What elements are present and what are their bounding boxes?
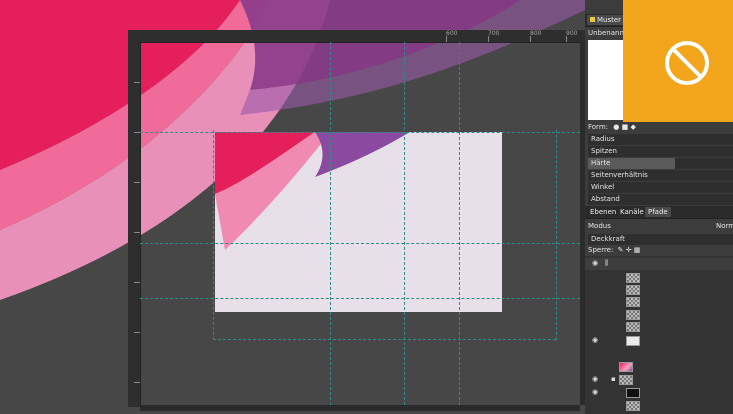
layer-thumbnail: [626, 336, 640, 346]
layer-thumbnail: [626, 401, 640, 411]
layer-row[interactable]: ◉ ▪: [585, 374, 733, 386]
canvas-workspace[interactable]: 600 700 800 900: [0, 0, 585, 414]
spacing-slider[interactable]: Abstand: [588, 194, 733, 205]
eye-icon[interactable]: ◉: [592, 375, 598, 383]
eye-icon[interactable]: ◉: [592, 336, 598, 344]
collapse-icon[interactable]: ▪: [611, 375, 616, 383]
square-shape-icon[interactable]: ■: [622, 123, 629, 131]
chain-icon[interactable]: ⫼: [605, 259, 608, 268]
hardness-slider[interactable]: Härte: [588, 158, 733, 169]
form-row: Form: ● ■ ◆: [588, 123, 636, 131]
guide-line-vertical[interactable]: [330, 42, 331, 405]
opacity-slider[interactable]: Deckkraft: [588, 234, 733, 245]
layer-row[interactable]: ◉: [585, 387, 733, 399]
layer-thumbnail: [626, 297, 640, 307]
horizontal-ruler: 600 700 800 900: [128, 30, 585, 43]
ruler-label-800: 800: [530, 30, 542, 37]
ruler-label-700: 700: [488, 30, 500, 37]
eye-icon[interactable]: ◉: [592, 388, 598, 396]
layer-row[interactable]: [585, 296, 733, 308]
guide-line-horizontal[interactable]: [213, 339, 556, 340]
lock-label: Sperre:: [588, 246, 614, 254]
vertical-ruler: [128, 42, 141, 407]
guide-line-horizontal[interactable]: [140, 243, 580, 244]
ruler-label-900: 900: [566, 30, 578, 37]
pattern-icon: [590, 17, 595, 22]
tab-channels[interactable]: Kanäle: [617, 207, 647, 217]
layers-dock-tabbar: Ebenen Kanäle Pfade: [585, 206, 733, 219]
layer-thumbnail: [619, 362, 633, 372]
guide-line-vertical[interactable]: [556, 130, 557, 340]
layer-row[interactable]: [585, 284, 733, 296]
layer-thumbnail: [626, 310, 640, 320]
layer-thumbnail: [626, 322, 640, 332]
layer-row[interactable]: [585, 309, 733, 321]
layer-row[interactable]: [585, 321, 733, 333]
guide-line-vertical[interactable]: [459, 42, 460, 405]
circle-shape-icon[interactable]: ●: [613, 123, 619, 131]
guide-line-vertical[interactable]: [213, 130, 214, 340]
guide-line-horizontal[interactable]: [140, 298, 580, 299]
guide-line-vertical[interactable]: [404, 42, 405, 405]
layer-row[interactable]: ◉: [585, 335, 733, 347]
layer-thumbnail: [626, 273, 640, 283]
horizontal-scrollbar[interactable]: [140, 405, 580, 411]
layer-row[interactable]: [585, 272, 733, 284]
layer-thumbnail: [626, 388, 640, 398]
lock-pixels-icon[interactable]: ✎: [618, 246, 624, 254]
radius-slider[interactable]: Radius: [588, 134, 733, 145]
tab-paths[interactable]: Pfade: [645, 207, 671, 217]
mode-value: Norm: [716, 222, 733, 230]
lock-alpha-icon[interactable]: ▦: [634, 246, 641, 254]
layer-thumbnail: [619, 375, 633, 385]
layer-row[interactable]: [585, 400, 733, 412]
ruler-label-600: 600: [446, 30, 458, 37]
eye-icon[interactable]: ◉: [592, 259, 598, 267]
aspect-ratio-slider[interactable]: Seitenverhältnis: [588, 170, 733, 181]
no-entry-icon: [623, 0, 733, 122]
lock-position-icon[interactable]: ✛: [626, 246, 632, 254]
mode-row[interactable]: Modus Norm: [588, 221, 733, 232]
lock-row: Sperre: ✎ ✛ ▦: [588, 246, 640, 254]
form-label: Form:: [588, 123, 608, 131]
brush-preview: [588, 40, 628, 120]
mode-label: Modus: [588, 222, 611, 230]
layer-thumbnail: [626, 285, 640, 295]
diamond-shape-icon[interactable]: ◆: [630, 123, 635, 131]
guide-line-horizontal[interactable]: [140, 132, 580, 133]
angle-slider[interactable]: Winkel: [588, 182, 733, 193]
tab-layers[interactable]: Ebenen: [587, 207, 619, 217]
layers-list[interactable]: ◉ ⫼ ◉ ◉ ▪ ◉: [585, 256, 733, 414]
layer-group-row[interactable]: ◉ ⫼: [585, 258, 733, 270]
tab-pattern[interactable]: Muster: [587, 15, 625, 25]
layer-row[interactable]: [585, 361, 733, 373]
spikes-slider[interactable]: Spitzen: [588, 146, 733, 157]
status-badge: [623, 0, 733, 122]
